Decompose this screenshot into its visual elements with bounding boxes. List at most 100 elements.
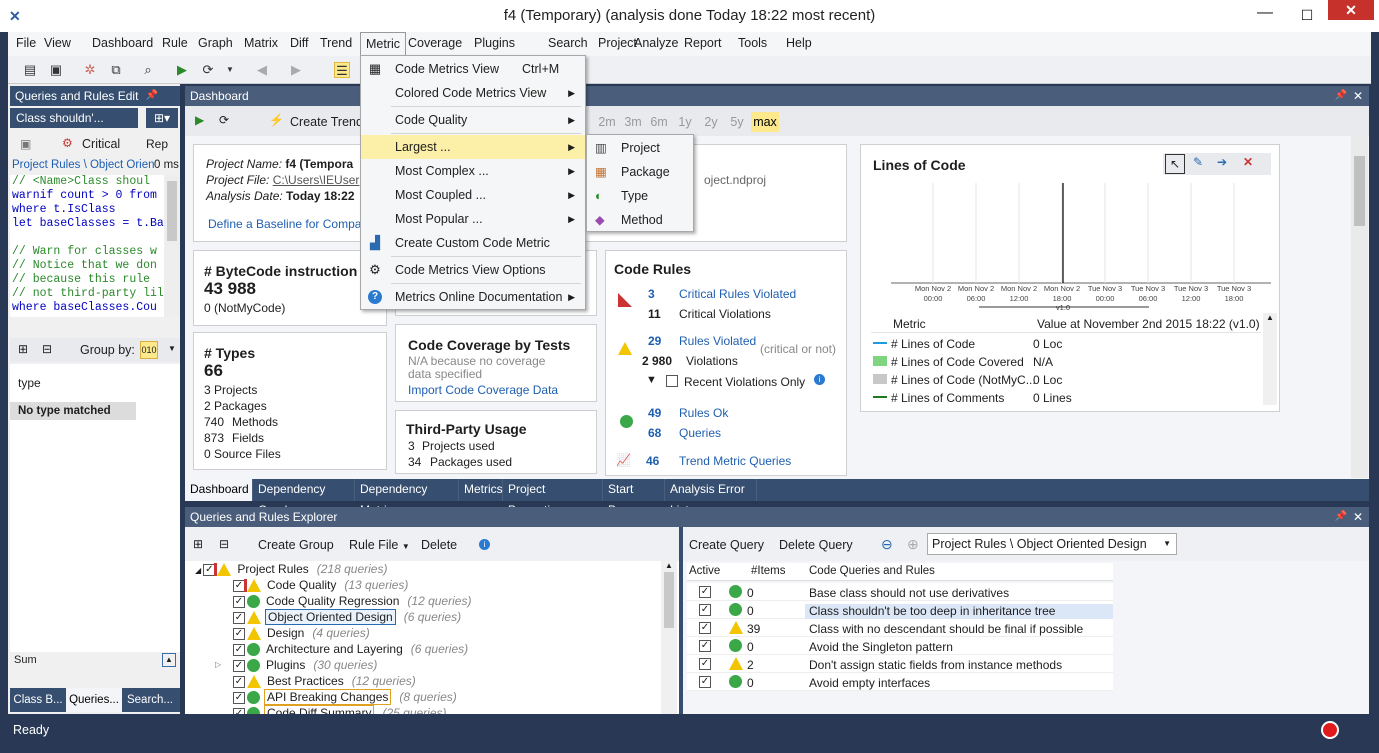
create-group-button[interactable]: Create Group [258,538,334,552]
tree-item[interactable]: ✓ Best Practices (12 queries) [233,673,416,689]
menu-search[interactable]: Search [548,36,588,50]
submenu-type[interactable]: ◐ Type [587,184,693,208]
add-icon[interactable]: ⊞▾ [146,108,178,128]
tree-checkbox[interactable]: ✓ [233,707,245,714]
left-tab[interactable]: Class B... [10,688,66,712]
tree-checkbox[interactable]: ✓ [233,643,245,656]
edit-icon[interactable]: ✎ [1193,155,1203,169]
tree-item[interactable]: ✓ API Breaking Changes (8 queries) [233,689,457,705]
cursor-icon[interactable]: ↖ [1165,154,1185,174]
grid-row[interactable]: ✓ 0 Avoid empty interfaces [687,673,1113,691]
tree-item[interactable]: ✓ Architecture and Layering (6 queries) [233,641,468,657]
menu-view-options[interactable]: ⚙ Code Metrics View Options [361,258,585,282]
range-2m[interactable]: 2m [595,112,619,132]
left-tab[interactable]: Queries... [66,688,122,712]
queries-link[interactable]: Queries [679,426,721,440]
menu-rule[interactable]: Rule [162,36,188,50]
doc-tab-analysis-error-list[interactable]: Analysis Error List [665,479,757,517]
loc-row[interactable]: # Lines of Code Covered N/A [871,353,1261,371]
refresh-icon[interactable]: ⟳ [200,62,216,78]
menu-tools[interactable]: Tools [738,36,767,50]
tree-checkbox[interactable]: ✓ [233,611,245,624]
menu-project[interactable]: Project [598,36,637,50]
new-project-icon[interactable]: ▤ [22,62,38,78]
doc-tab-dependency-matrix[interactable]: Dependency Matrix [355,479,459,517]
tree-checkbox[interactable]: ✓ [233,579,245,592]
rules-violated-link[interactable]: Rules Violated [679,334,756,348]
menu-analyze[interactable]: Analyze [634,36,678,50]
open-project-icon[interactable]: ▣ [48,62,64,78]
close-icon[interactable]: ✕ [1353,507,1363,527]
expand-all-icon[interactable]: ⊞ [193,537,203,551]
expand-all-icon[interactable]: ⊞ [18,342,28,356]
active-checkbox[interactable]: ✓ [699,622,711,634]
active-checkbox[interactable]: ✓ [699,604,711,616]
project-file-link[interactable]: C:\Users\IEUser [273,173,360,187]
tree-checkbox[interactable]: ✓ [233,691,245,704]
grid-col-header[interactable]: #Items [751,565,786,577]
loc-table-scrollbar[interactable]: ▲ [1263,313,1277,405]
menu-code-quality[interactable]: Code Quality ▶ [361,108,585,132]
back-icon[interactable]: ⊖ [881,536,893,553]
record-icon[interactable] [1321,721,1339,739]
menu-most-complex[interactable]: Most Complex ... ▶ [361,159,585,183]
arrow-icon[interactable]: ➔ [1217,155,1227,169]
active-checkbox[interactable]: ✓ [699,640,711,652]
rule-file-button[interactable]: Rule File ▼ [349,538,410,552]
code-editor[interactable]: // <Name>Class shoul warnif count > 0 fro… [10,175,180,317]
left-tab[interactable]: Search... [122,688,178,712]
submenu-package[interactable]: ▦ Package [587,160,693,184]
tree-checkbox[interactable]: ✓ [233,627,245,640]
doc-tab-metrics[interactable]: Metrics [459,479,503,501]
menu-create-custom[interactable]: ▟ Create Custom Code Metric [361,231,585,255]
critical-rules-link[interactable]: Critical Rules Violated [679,287,796,301]
doc-tab-dashboard[interactable]: Dashboard [185,479,253,501]
grid-row[interactable]: ✓ 39 Class with no descendant should be fi… [687,619,1113,637]
delete-query-button[interactable]: Delete Query [779,538,853,552]
range-6m[interactable]: 6m [647,112,671,132]
tree-item[interactable]: ✓ Code Quality Regression (12 queries) [233,593,471,609]
menu-graph[interactable]: Graph [198,36,233,50]
forward-icon[interactable]: ⊕ [907,536,919,553]
dropdown-icon[interactable]: ▼ [222,62,238,78]
collapse-up-icon[interactable]: ▲ [162,653,176,667]
refresh-icon[interactable]: ⟳ [219,113,229,127]
grid-row[interactable]: ✓ 0 Class shouldn't be too deep in inherit… [687,601,1113,620]
menu-most-coupled[interactable]: Most Coupled ... ▶ [361,183,585,207]
grid-col-header[interactable]: Active [689,565,720,577]
menu-online-doc[interactable]: ? Metrics Online Documentation ▶ [361,285,585,309]
menu-view[interactable]: View [44,36,71,50]
search-icon[interactable]: ⌕ [140,62,156,78]
range-1y[interactable]: 1y [673,112,697,132]
menu-colored-view[interactable]: Colored Code Metrics View ▶ [361,81,585,105]
create-query-button[interactable]: Create Query [689,538,764,552]
menu-metric[interactable]: Metric [360,32,407,56]
expand-icon[interactable]: ▷ [215,657,221,673]
query-group-combo[interactable]: Project Rules \ Object Oriented Design ▼ [927,533,1177,555]
minimize-button[interactable]: — [1244,0,1286,30]
group-by-dropdown-icon[interactable]: ▼ [168,344,176,353]
tree-item[interactable]: ▷ ✓ Plugins (30 queries) [215,657,377,673]
doc-tab-dependency-graph[interactable]: Dependency Graph [253,479,355,517]
tree-checkbox[interactable]: ✓ [233,595,245,608]
range-3m[interactable]: 3m [621,112,645,132]
import-coverage-link[interactable]: Import Code Coverage Data [408,383,558,397]
collapse-all-icon[interactable]: ⊟ [42,342,52,356]
active-checkbox[interactable]: ✓ [699,586,711,598]
maximize-button[interactable]: ☐ [1286,0,1328,30]
tree-item[interactable]: ✓ Design (4 queries) [233,625,370,641]
tree-checkbox[interactable]: ✓ [233,675,245,688]
menu-code-metrics-view[interactable]: ▦ Code Metrics View Ctrl+M [361,57,585,81]
doc-tab-start-page[interactable]: Start Page [603,479,665,517]
remove-chart-icon[interactable]: ✕ [1243,155,1253,169]
menu-plugins[interactable]: Plugins [474,36,515,50]
copy-icon[interactable]: ⧉ [108,62,124,78]
rules-toggle-icon[interactable]: ☰ [334,62,350,78]
back-icon[interactable]: ◀ [254,62,270,78]
query-path-link[interactable]: Project Rules \ Object Orient [12,159,158,171]
tree-item[interactable]: ✓ Code Quality (13 queries) [233,577,408,593]
create-trend-button[interactable]: Create Trend [290,115,363,129]
type-search-area[interactable]: type No type matched [10,364,180,652]
tree-item[interactable]: ✓ Object Oriented Design (6 queries) [233,609,461,625]
info-icon[interactable]: i [814,374,825,385]
